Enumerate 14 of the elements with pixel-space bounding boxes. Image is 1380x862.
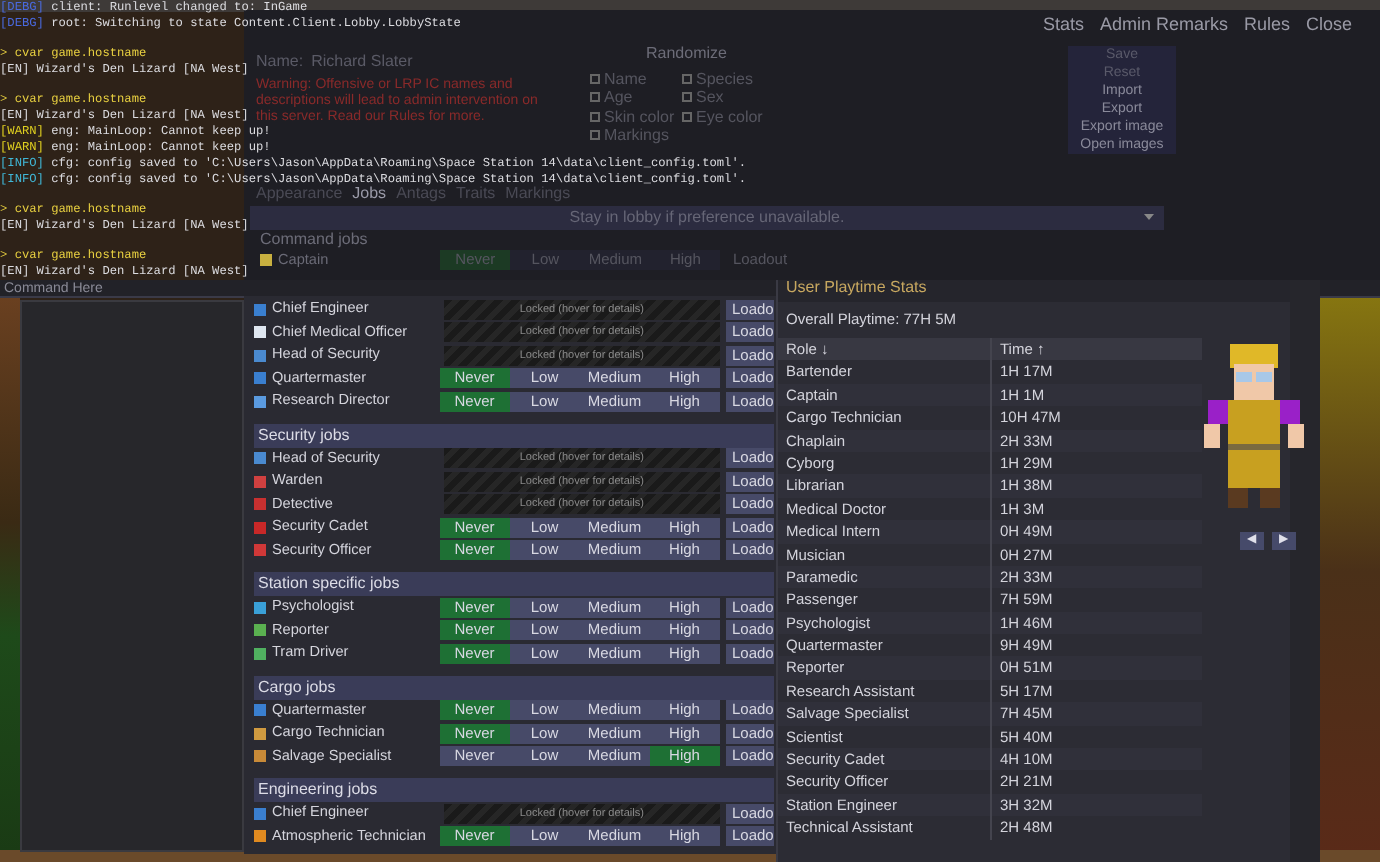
group-header: Security jobs bbox=[254, 423, 774, 447]
window-title: User Playtime Stats bbox=[778, 280, 1290, 302]
group-header: Engineering jobs bbox=[254, 778, 774, 802]
menu-button[interactable]: Rules bbox=[1235, 10, 1298, 40]
caret-icon bbox=[1144, 213, 1154, 220]
randomize-label: Randomize bbox=[646, 44, 729, 64]
menu-button[interactable]: Admin Remarks bbox=[1091, 10, 1236, 40]
name-label: Name: bbox=[256, 52, 304, 72]
menu-button[interactable]: Close bbox=[1297, 10, 1360, 40]
menu-button[interactable]: Stats bbox=[1034, 10, 1092, 40]
group-header: Station specific jobs bbox=[254, 572, 774, 596]
group-header: Cargo jobs bbox=[254, 675, 774, 699]
group-header: Command jobs bbox=[260, 229, 370, 249]
tab[interactable]: Jobs bbox=[352, 183, 387, 204]
